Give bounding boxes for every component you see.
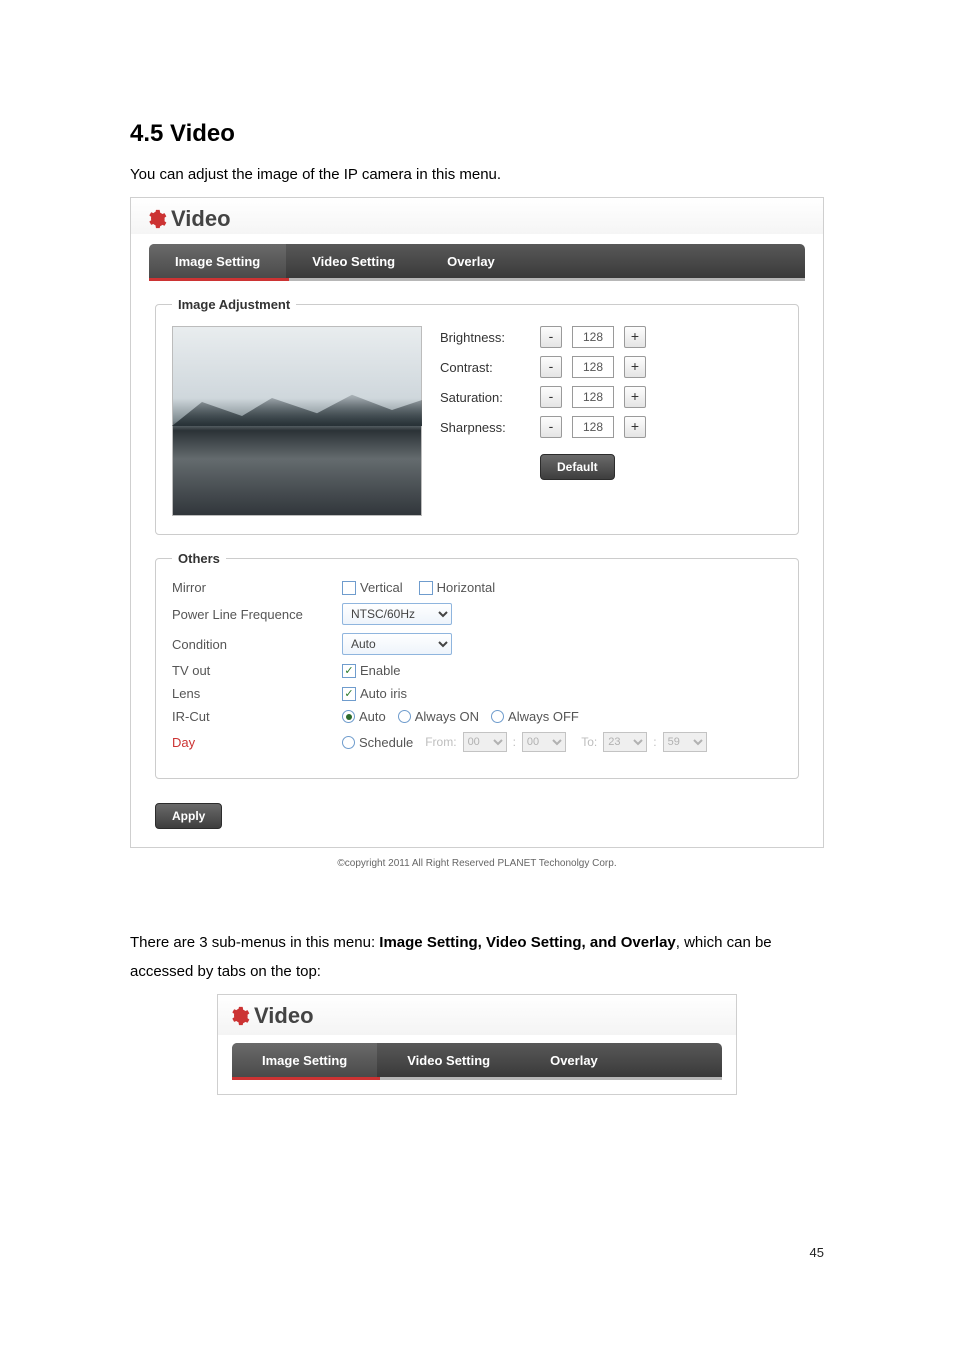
saturation-plus[interactable]: +: [624, 386, 646, 408]
default-button[interactable]: Default: [540, 454, 615, 480]
brightness-label: Brightness:: [440, 330, 530, 345]
tvout-checkbox[interactable]: ✓ Enable: [342, 663, 400, 678]
image-adjustment-legend: Image Adjustment: [172, 297, 296, 312]
condition-select[interactable]: Auto: [342, 633, 452, 655]
lens-row: Lens ✓ Auto iris: [172, 686, 782, 701]
saturation-value: 128: [572, 386, 614, 408]
sharpness-value: 128: [572, 416, 614, 438]
ircut-always-off-text: Always OFF: [508, 709, 579, 724]
checkbox-icon: [342, 581, 356, 595]
adjustment-spinners: Brightness: - 128 + Contrast: - 128 +: [440, 326, 782, 480]
saturation-minus[interactable]: -: [540, 386, 562, 408]
mirror-vertical-text: Vertical: [360, 580, 403, 595]
to-hour-select[interactable]: 23: [603, 732, 647, 752]
contrast-minus[interactable]: -: [540, 356, 562, 378]
sharpness-row: Sharpness: - 128 +: [440, 416, 782, 438]
brightness-value: 128: [572, 326, 614, 348]
brightness-plus[interactable]: +: [624, 326, 646, 348]
video-panel-screenshot: Video Image Setting Video Setting Overla…: [130, 197, 824, 848]
checkbox-icon: ✓: [342, 687, 356, 701]
to-min-select[interactable]: 59: [663, 732, 707, 752]
tab-underline: [149, 278, 805, 281]
gear-icon: [145, 208, 167, 230]
panel-titlebar: Video: [131, 198, 823, 234]
image-adjustment-group: Image Adjustment Brightness: - 128 +: [155, 297, 799, 535]
sharpness-label: Sharpness:: [440, 420, 530, 435]
plf-row: Power Line Frequence NTSC/60Hz: [172, 603, 782, 625]
ircut-always-on-text: Always ON: [415, 709, 479, 724]
ircut-auto-radio[interactable]: Auto: [342, 709, 386, 724]
tvout-label: TV out: [172, 663, 342, 678]
saturation-label: Saturation:: [440, 390, 530, 405]
day-label: Day: [172, 735, 342, 750]
tvout-row: TV out ✓ Enable: [172, 663, 782, 678]
tab-overlay[interactable]: Overlay: [421, 244, 521, 278]
others-legend: Others: [172, 551, 226, 566]
others-group: Others Mirror Vertical Horizontal Power …: [155, 551, 799, 779]
section-heading: 4.5 Video: [130, 120, 824, 148]
small-tab-underline: [232, 1077, 722, 1080]
apply-button[interactable]: Apply: [155, 803, 222, 829]
tab-video-setting[interactable]: Video Setting: [286, 244, 421, 278]
lens-label: Lens: [172, 686, 342, 701]
mirror-horizontal-text: Horizontal: [437, 580, 496, 595]
from-hour-select[interactable]: 00: [463, 732, 507, 752]
saturation-row: Saturation: - 128 +: [440, 386, 782, 408]
ircut-auto-text: Auto: [359, 709, 386, 724]
tabs-screenshot: Video Image Setting Video Setting Overla…: [217, 994, 737, 1095]
to-word: To:: [581, 735, 597, 749]
sharpness-plus[interactable]: +: [624, 416, 646, 438]
contrast-plus[interactable]: +: [624, 356, 646, 378]
contrast-value: 128: [572, 356, 614, 378]
condition-label: Condition: [172, 637, 342, 652]
video-preview: [172, 326, 422, 516]
day-row: Day Schedule From: 00 : 00 To: 23 :: [172, 732, 782, 752]
small-panel-title: Video: [254, 1003, 314, 1029]
lens-text: Auto iris: [360, 686, 407, 701]
page-number: 45: [810, 1245, 824, 1260]
intro-text: You can adjust the image of the IP camer…: [130, 166, 824, 183]
condition-row: Condition Auto: [172, 633, 782, 655]
small-tab-overlay[interactable]: Overlay: [520, 1043, 628, 1077]
schedule-controls: From: 00 : 00 To: 23 : 59: [425, 732, 706, 752]
lens-checkbox[interactable]: ✓ Auto iris: [342, 686, 407, 701]
plf-label: Power Line Frequence: [172, 607, 342, 622]
ircut-always-on-radio[interactable]: Always ON: [398, 709, 479, 724]
brightness-minus[interactable]: -: [540, 326, 562, 348]
day-schedule-text: Schedule: [359, 735, 413, 750]
from-word: From:: [425, 735, 456, 749]
checkbox-icon: ✓: [342, 664, 356, 678]
mirror-vertical-checkbox[interactable]: Vertical: [342, 580, 403, 595]
sharpness-minus[interactable]: -: [540, 416, 562, 438]
checkbox-icon: [419, 581, 433, 595]
gear-icon: [228, 1005, 250, 1027]
tab-strip: Image Setting Video Setting Overlay: [149, 244, 805, 278]
radio-icon: [398, 710, 411, 723]
tvout-text: Enable: [360, 663, 400, 678]
ircut-row: IR-Cut Auto Always ON Always OFF: [172, 709, 782, 724]
day-schedule-radio[interactable]: Schedule: [342, 735, 413, 750]
radio-icon: [342, 736, 355, 749]
mirror-row: Mirror Vertical Horizontal: [172, 580, 782, 595]
small-tab-strip: Image Setting Video Setting Overlay: [232, 1043, 722, 1077]
mirror-horizontal-checkbox[interactable]: Horizontal: [419, 580, 496, 595]
brightness-row: Brightness: - 128 +: [440, 326, 782, 348]
panel-title: Video: [171, 206, 231, 232]
plf-select[interactable]: NTSC/60Hz: [342, 603, 452, 625]
from-min-select[interactable]: 00: [522, 732, 566, 752]
small-tab-image-setting[interactable]: Image Setting: [232, 1043, 377, 1077]
ircut-always-off-radio[interactable]: Always OFF: [491, 709, 579, 724]
radio-icon: [491, 710, 504, 723]
copyright-text: ©copyright 2011 All Right Reserved PLANE…: [130, 858, 824, 869]
contrast-row: Contrast: - 128 +: [440, 356, 782, 378]
mirror-label: Mirror: [172, 580, 342, 595]
ircut-label: IR-Cut: [172, 709, 342, 724]
tab-image-setting[interactable]: Image Setting: [149, 244, 286, 278]
contrast-label: Contrast:: [440, 360, 530, 375]
radio-icon: [342, 710, 355, 723]
body-paragraph: There are 3 sub-menus in this menu: Imag…: [130, 929, 824, 986]
small-tab-video-setting[interactable]: Video Setting: [377, 1043, 520, 1077]
